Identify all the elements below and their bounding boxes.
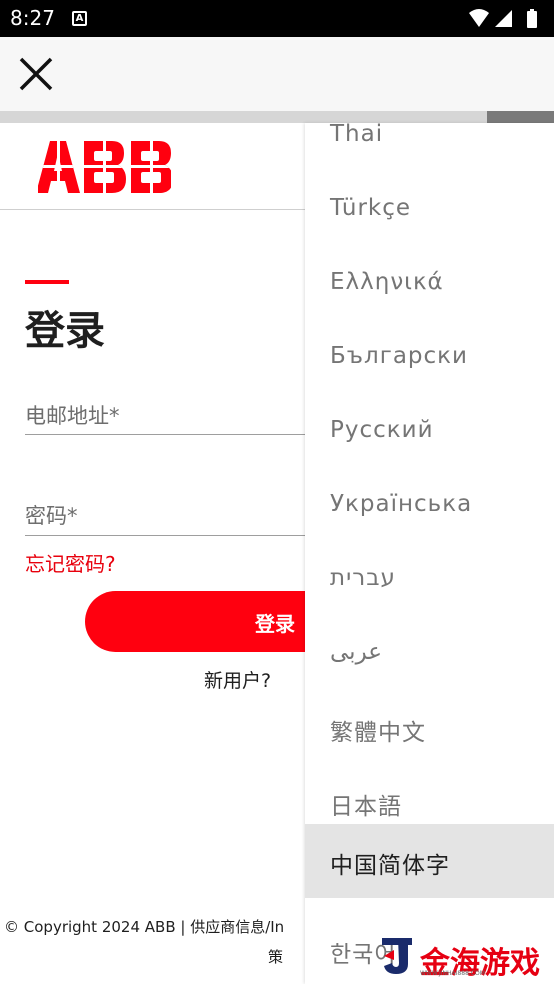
language-option-turkish[interactable]: Türkçe [305,173,554,247]
footer-policy-link[interactable]: 策 [268,946,283,967]
close-button[interactable] [18,56,54,92]
watermark-logo-icon [382,938,412,974]
language-option-label: Thai [330,123,384,147]
close-icon [19,57,53,91]
page-scroll-track [0,111,554,123]
language-option-greek[interactable]: Ελληνικά [305,247,554,321]
language-option-arabic[interactable]: عربى [305,617,554,691]
language-option-label: Български [330,343,468,369]
watermark-url: WWW.JINHAI888.COM [420,970,485,977]
password-field[interactable]: 密码* [25,500,78,530]
language-option-label: עברית [330,565,396,591]
email-field[interactable]: 电邮地址* [25,400,120,430]
watermark: 金海游戏 WWW.JINHAI888.COM [380,936,540,981]
language-option-label: Русский [330,417,434,443]
top-bar [0,37,554,111]
notification-icon: A [72,11,87,26]
language-option-hebrew[interactable]: עברית [305,543,554,617]
language-option-russian[interactable]: Русский [305,395,554,469]
footer-copyright: © Copyright 2024 ABB | 供应商信息/In [4,918,285,936]
language-option-traditional-chinese[interactable]: 繁體中文 [305,691,554,765]
language-option-label: Українська [330,491,473,517]
header-divider [0,209,305,210]
language-option-thai[interactable]: Thai [305,123,554,173]
status-time: 8:27 [10,6,55,30]
signal-icon [495,10,512,27]
new-user-link[interactable]: 新用户? [204,666,271,693]
abb-logo [38,141,171,193]
language-option-simplified-chinese[interactable]: 中国简体字 [305,824,554,898]
page-title: 登录 [25,308,105,354]
forgot-password-link[interactable]: 忘记密码? [25,548,116,577]
language-option-label: 繁體中文 [330,720,426,746]
status-icons [469,9,537,28]
login-button-label: 登录 [255,612,295,636]
password-field-underline [25,535,305,536]
language-option-label: 日本語 [330,794,402,820]
battery-icon [527,9,537,28]
language-option-label: Ελληνικά [330,269,444,295]
wifi-icon [469,9,489,27]
language-option-bulgarian[interactable]: Български [305,321,554,395]
language-option-label: Türkçe [330,195,412,221]
language-dropdown[interactable]: Thai Türkçe Ελληνικά Български Русский У… [305,123,554,984]
page-scroll-thumb[interactable] [487,111,554,123]
email-field-underline [25,434,305,435]
language-option-label: 中国简体字 [330,853,450,879]
status-bar: 8:27 A [0,0,554,37]
language-option-ukrainian[interactable]: Українська [305,469,554,543]
title-accent-bar [25,280,69,284]
language-option-label: عربى [330,639,382,665]
